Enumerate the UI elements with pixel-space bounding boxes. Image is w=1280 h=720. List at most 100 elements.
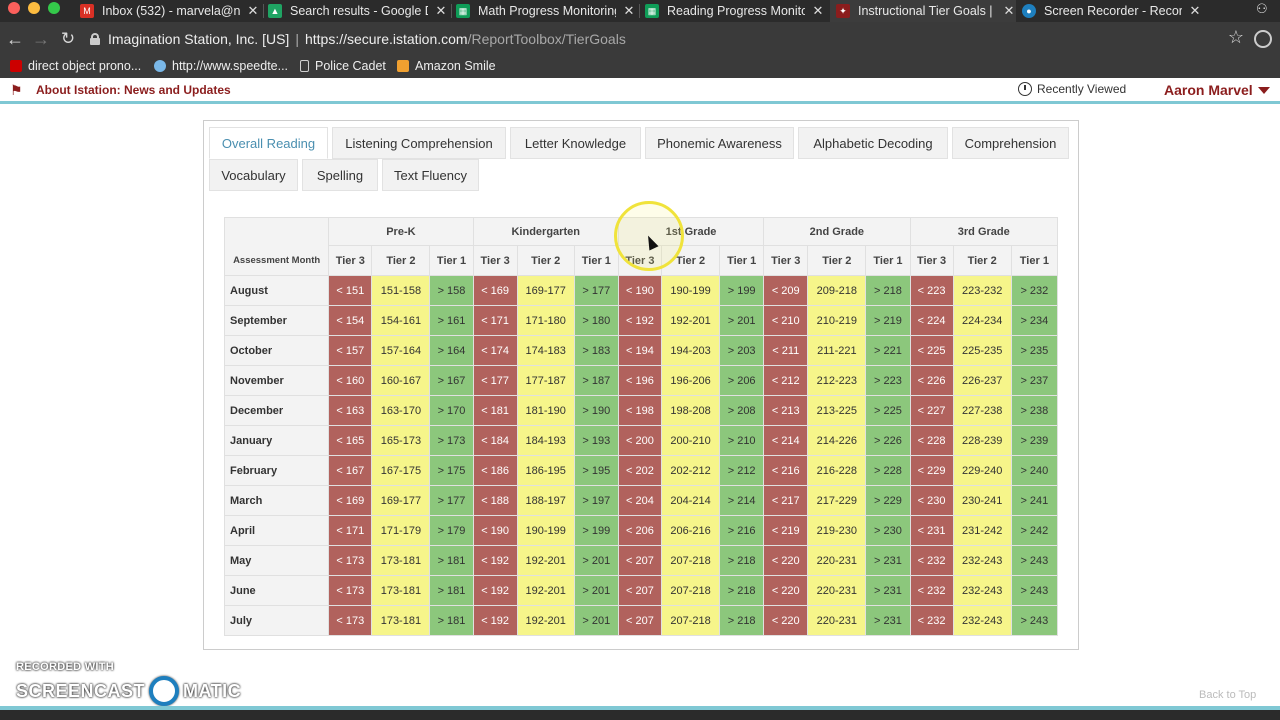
tier-header: Tier 2 xyxy=(952,245,1012,276)
goal-cell: > 231 xyxy=(865,545,911,576)
forward-arrow-icon[interactable]: → xyxy=(30,28,52,50)
month-label: May xyxy=(223,545,330,576)
goal-cell: < 232 xyxy=(909,545,954,576)
profile-icon[interactable]: ⚇ xyxy=(1256,1,1268,17)
goal-cell: > 201 xyxy=(719,305,765,336)
maximize-window-button[interactable] xyxy=(48,2,60,14)
month-label: August xyxy=(223,275,330,306)
goal-cell: 173-181 xyxy=(371,575,431,606)
close-tab-icon[interactable]: ✕ xyxy=(1002,3,1016,19)
goal-cell: < 228 xyxy=(909,425,954,456)
goal-cell: 169-177 xyxy=(516,275,575,306)
tier-header: Tier 1 xyxy=(719,245,765,276)
tier-header: Tier 1 xyxy=(429,245,474,276)
goal-cell: > 181 xyxy=(429,545,474,576)
bookmark-item[interactable]: Amazon Smile xyxy=(397,59,496,73)
goal-cell: < 206 xyxy=(617,515,662,546)
goal-cell: > 230 xyxy=(865,515,911,546)
news-link[interactable]: About Istation: News and Updates xyxy=(36,83,231,97)
browser-tab-math-sheet[interactable]: ▦ Math Progress Monitoring ✕ xyxy=(456,0,636,22)
goal-cell: < 194 xyxy=(617,335,662,366)
goal-cell: > 177 xyxy=(429,485,474,516)
back-to-top-link[interactable]: Back to Top xyxy=(1199,689,1256,701)
close-tab-icon[interactable]: ✕ xyxy=(434,3,448,19)
goal-cell: > 201 xyxy=(573,575,619,606)
goal-cell: > 187 xyxy=(573,365,619,396)
back-arrow-icon[interactable]: ← xyxy=(4,28,26,50)
month-label: March xyxy=(223,485,330,516)
close-window-button[interactable] xyxy=(8,2,20,14)
browser-tab-reading-sheet[interactable]: ▦ Reading Progress Monitor ✕ xyxy=(645,0,825,22)
user-menu[interactable]: Aaron Marvel xyxy=(1164,82,1270,98)
account-icon[interactable] xyxy=(1254,30,1272,48)
goal-cell: < 186 xyxy=(472,455,518,486)
table-row: July < 173 173-181 > 181 < 192 192-201 > 201 < … xyxy=(223,605,1059,636)
goal-cell: < 181 xyxy=(472,395,518,426)
tab-alphabetic-decoding[interactable]: Alphabetic Decoding xyxy=(798,127,948,159)
table-row: April < 171 171-179 > 179 < 190 190-199 > 199 <… xyxy=(223,515,1059,546)
tab-vocabulary[interactable]: Vocabulary xyxy=(209,159,298,191)
tab-letter-knowledge[interactable]: Letter Knowledge xyxy=(510,127,641,159)
goal-cell: > 201 xyxy=(573,605,619,636)
tab-listening-comprehension[interactable]: Listening Comprehension xyxy=(332,127,506,159)
goal-cell: < 169 xyxy=(472,275,518,306)
minimize-window-button[interactable] xyxy=(28,2,40,14)
url-host: https://secure.istation.com xyxy=(304,31,468,47)
goal-cell: < 220 xyxy=(763,545,809,576)
browser-tab-screen-recorder[interactable]: ● Screen Recorder - Record ✕ xyxy=(1022,0,1202,22)
goal-cell: < 154 xyxy=(328,305,373,336)
tab-text-fluency[interactable]: Text Fluency xyxy=(382,159,479,191)
goal-cell: 157-164 xyxy=(371,335,431,366)
goal-cell: > 243 xyxy=(1010,575,1059,606)
close-tab-icon[interactable]: ✕ xyxy=(246,3,260,19)
clock-icon xyxy=(1018,82,1032,96)
goal-cell: > 228 xyxy=(865,455,911,486)
table-row: September < 154 154-161 > 161 < 171 171-180 > … xyxy=(223,305,1059,336)
goal-cell: < 229 xyxy=(909,455,954,486)
goal-cell: 200-210 xyxy=(660,425,721,456)
goal-cell: 186-195 xyxy=(516,455,575,486)
goal-cell: > 229 xyxy=(865,485,911,516)
goal-cell: < 151 xyxy=(328,275,373,306)
goal-cell: > 201 xyxy=(573,545,619,576)
tier-header: Tier 1 xyxy=(1010,245,1059,276)
month-label: November xyxy=(223,365,330,396)
grade-header-3rd: 3rd Grade xyxy=(909,217,1058,246)
goal-cell: < 216 xyxy=(763,455,809,486)
goal-cell: 220-231 xyxy=(807,605,867,636)
address-bar[interactable]: Imagination Station, Inc. [US] | https:/… xyxy=(84,27,1254,51)
goal-cell: > 226 xyxy=(865,425,911,456)
screen-recorder-icon: ● xyxy=(1022,4,1036,18)
browser-tab-drive[interactable]: ▲ Search results - Google D ✕ xyxy=(268,0,448,22)
goal-cell: 225-235 xyxy=(952,335,1012,366)
tab-comprehension[interactable]: Comprehension xyxy=(952,127,1069,159)
footer-bar xyxy=(0,706,1280,720)
goal-cell: < 192 xyxy=(617,305,662,336)
bookmark-item[interactable]: Police Cadet xyxy=(300,59,386,73)
url-path: /ReportToolbox/TierGoals xyxy=(467,31,626,47)
bookmark-item[interactable]: http://www.speedte... xyxy=(154,59,288,73)
bookmark-star-icon[interactable]: ☆ xyxy=(1228,27,1244,48)
goal-cell: > 164 xyxy=(429,335,474,366)
istation-logo-icon[interactable]: ⚑ xyxy=(10,83,24,97)
close-tab-icon[interactable]: ✕ xyxy=(811,3,825,19)
tab-phonemic-awareness[interactable]: Phonemic Awareness xyxy=(645,127,794,159)
goal-cell: < 192 xyxy=(472,605,518,636)
close-tab-icon[interactable]: ✕ xyxy=(1188,3,1202,19)
close-tab-icon[interactable]: ✕ xyxy=(622,3,636,19)
goal-cell: < 217 xyxy=(763,485,809,516)
recently-viewed-button[interactable]: Recently Viewed xyxy=(1018,82,1126,96)
goal-cell: < 174 xyxy=(472,335,518,366)
table-row: November < 160 160-167 > 167 < 177 177-187 > 1… xyxy=(223,365,1059,396)
reload-icon[interactable]: ↻ xyxy=(57,28,79,50)
goal-cell: 165-173 xyxy=(371,425,431,456)
goal-cell: < 171 xyxy=(328,515,373,546)
goal-cell: 188-197 xyxy=(516,485,575,516)
goal-cell: > 210 xyxy=(719,425,765,456)
tab-overall-reading[interactable]: Overall Reading xyxy=(209,127,328,159)
tab-spelling[interactable]: Spelling xyxy=(302,159,378,191)
browser-tab-tier-goals[interactable]: ✦ Instructional Tier Goals | ✕ xyxy=(830,0,1016,22)
grade-header-kindergarten: Kindergarten xyxy=(472,217,619,246)
browser-tab-gmail[interactable]: M Inbox (532) - marvela@na ✕ xyxy=(80,0,260,22)
bookmark-item[interactable]: direct object prono... xyxy=(10,59,141,73)
